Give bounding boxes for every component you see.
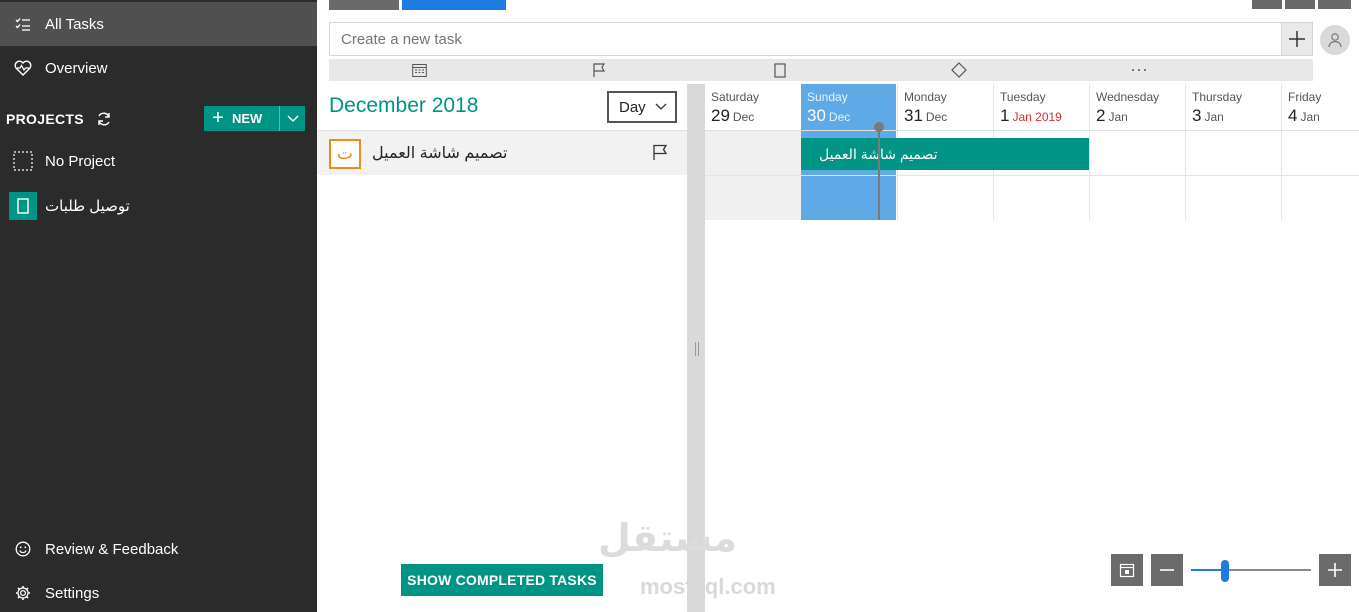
day-name: Tuesday bbox=[1000, 90, 1046, 104]
sidebar-item-no-project[interactable]: No Project bbox=[0, 139, 317, 183]
sidebar-item-review-feedback[interactable]: Review & Feedback bbox=[0, 527, 317, 571]
sidebar-item-label: توصيل طلبات bbox=[45, 198, 130, 215]
new-label: NEW bbox=[232, 111, 263, 126]
calendar-icon[interactable] bbox=[411, 62, 427, 78]
sidebar-item-label: No Project bbox=[45, 152, 116, 170]
day-number: 1 bbox=[1000, 106, 1010, 125]
help-button[interactable] bbox=[1252, 0, 1282, 9]
minus-icon bbox=[1160, 569, 1174, 571]
flag-icon[interactable] bbox=[591, 62, 607, 78]
projects-label: PROJECTS bbox=[6, 111, 84, 127]
app-window: All Tasks Overview PROJECTS + NEW No Pro… bbox=[0, 0, 1359, 612]
sidebar-item-label: All Tasks bbox=[45, 15, 104, 33]
month-title: December 2018 bbox=[329, 94, 479, 117]
day-number: 2 bbox=[1096, 106, 1106, 125]
day-name: Wednesday bbox=[1096, 90, 1160, 104]
day-month: Jan bbox=[1300, 110, 1320, 124]
timeline-day-saturday: Saturday 29 Dec bbox=[705, 84, 801, 220]
day-date: 31 Dec bbox=[904, 106, 947, 126]
day-date: 2 Jan bbox=[1096, 106, 1128, 126]
heart-pulse-icon bbox=[0, 60, 45, 76]
column-header-bar bbox=[329, 59, 1313, 81]
day-number: 31 bbox=[904, 106, 923, 125]
view-scale-select[interactable]: Day bbox=[607, 91, 677, 123]
timeline-day-thursday: Thursday 3 Jan bbox=[1185, 84, 1281, 220]
sidebar-item-project[interactable]: توصيل طلبات bbox=[0, 184, 317, 228]
day-date: 29 Dec bbox=[711, 106, 754, 126]
calendar-today-icon bbox=[1119, 563, 1135, 578]
view-scale-value: Day bbox=[619, 98, 646, 116]
more-button[interactable] bbox=[1318, 0, 1351, 9]
view-tab-list[interactable] bbox=[329, 0, 399, 10]
sidebar-item-overview[interactable]: Overview bbox=[0, 46, 317, 90]
refresh-icon[interactable] bbox=[96, 111, 112, 127]
show-completed-tasks-button[interactable]: SHOW COMPLETED TASKS bbox=[401, 564, 603, 596]
more-horizontal-icon[interactable] bbox=[1131, 62, 1147, 78]
smiley-icon bbox=[0, 541, 45, 557]
add-task-button[interactable] bbox=[1282, 22, 1313, 56]
day-date: 3 Jan bbox=[1192, 106, 1224, 126]
sidebar-item-all-tasks[interactable]: All Tasks bbox=[0, 2, 317, 46]
day-date: 1 Jan 2019 bbox=[1000, 106, 1062, 126]
zoom-slider-thumb[interactable] bbox=[1220, 560, 1229, 582]
notebook-icon bbox=[0, 192, 45, 220]
sidebar-item-label: Review & Feedback bbox=[45, 540, 179, 558]
sidebar: All Tasks Overview PROJECTS + NEW No Pro… bbox=[0, 0, 317, 612]
plus-icon bbox=[1289, 31, 1305, 47]
notebook-icon[interactable] bbox=[772, 62, 788, 78]
splitter-grip[interactable] bbox=[695, 342, 699, 356]
flag-icon[interactable] bbox=[652, 144, 668, 161]
day-month: Jan bbox=[1204, 110, 1224, 124]
assign-user-button[interactable] bbox=[1320, 25, 1350, 55]
sidebar-item-label: Overview bbox=[45, 59, 108, 77]
zoom-slider-fill bbox=[1191, 569, 1225, 571]
diamond-icon[interactable] bbox=[951, 62, 967, 78]
day-month: Dec bbox=[925, 110, 948, 124]
zoom-in-button[interactable] bbox=[1319, 554, 1351, 586]
new-project-button[interactable]: + NEW bbox=[204, 106, 305, 131]
gear-icon bbox=[0, 585, 45, 601]
sidebar-item-settings[interactable]: Settings bbox=[0, 571, 317, 612]
projects-header: PROJECTS + NEW bbox=[0, 98, 317, 140]
task-row[interactable]: ت تصميم شاشة العميل bbox=[317, 131, 687, 175]
timeline-day-friday: Friday 4 Jan bbox=[1281, 84, 1359, 220]
day-name: Friday bbox=[1288, 90, 1322, 104]
watermark-logo: مستقل bbox=[598, 518, 737, 560]
day-month: Dec bbox=[828, 110, 851, 124]
timeline-task-bar[interactable]: تصميم شاشة العميل bbox=[801, 138, 1089, 170]
day-month: Jan bbox=[1108, 110, 1128, 124]
dashed-square-icon bbox=[0, 151, 45, 171]
day-name: Saturday bbox=[711, 90, 760, 104]
sidebar-item-label: Settings bbox=[45, 584, 100, 602]
list-check-icon bbox=[0, 17, 45, 31]
sync-button[interactable] bbox=[1285, 0, 1315, 9]
chevron-down-icon bbox=[655, 103, 667, 111]
day-number: 29 bbox=[711, 106, 730, 125]
day-month: Jan 2019 bbox=[1012, 110, 1062, 124]
view-tab-timeline[interactable] bbox=[402, 0, 506, 10]
zoom-out-button[interactable] bbox=[1151, 554, 1183, 586]
current-time-line bbox=[878, 126, 880, 220]
plus-icon bbox=[1328, 563, 1342, 577]
current-time-marker bbox=[874, 122, 884, 132]
timeline-day-wednesday: Wednesday 2 Jan bbox=[1089, 84, 1185, 220]
day-number: 30 bbox=[807, 106, 826, 125]
day-number: 4 bbox=[1288, 106, 1298, 125]
go-to-today-button[interactable] bbox=[1111, 554, 1143, 586]
day-month: Dec bbox=[732, 110, 755, 124]
day-name: Sunday bbox=[807, 90, 848, 104]
watermark-text: mostaql.com bbox=[640, 574, 776, 599]
timeline: Saturday 29 Dec Sunday 30 Dec Monday 31 Dec Tuesd… bbox=[705, 84, 1359, 220]
day-name: Thursday bbox=[1192, 90, 1243, 104]
person-icon bbox=[1328, 33, 1342, 48]
day-name: Monday bbox=[904, 90, 947, 104]
plus-icon: + bbox=[212, 107, 224, 129]
day-number: 3 bbox=[1192, 106, 1202, 125]
task-project-badge: ت bbox=[329, 139, 361, 169]
day-date: 4 Jan bbox=[1288, 106, 1320, 126]
day-date: 30 Dec bbox=[807, 106, 850, 126]
chevron-down-icon[interactable] bbox=[279, 106, 305, 131]
task-title[interactable]: تصميم شاشة العميل bbox=[372, 143, 507, 163]
create-task-input[interactable] bbox=[329, 22, 1282, 56]
